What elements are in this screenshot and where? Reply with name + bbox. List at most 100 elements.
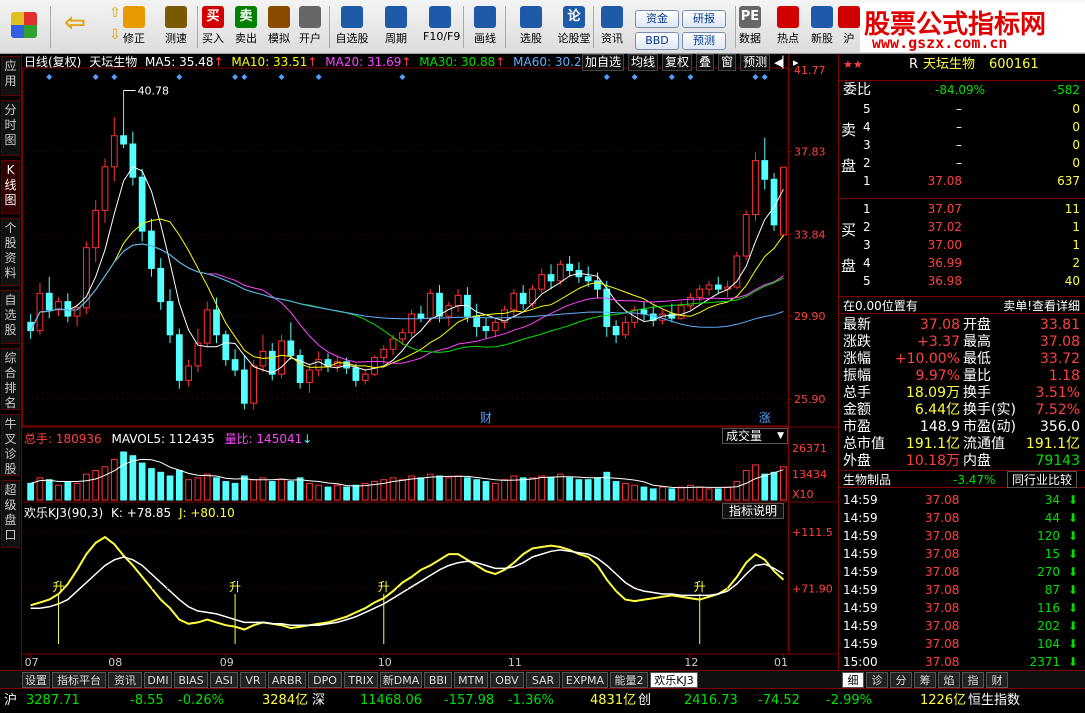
left-tab-6[interactable]: 牛叉诊股 [1,414,20,476]
indicator-tab-14[interactable]: SAR [526,672,560,688]
indicator-tab-10[interactable]: 新DMA [380,672,422,688]
buys-row[interactable]: 2 37.02 1 [839,218,1085,236]
buys-row[interactable]: 5 36.98 40 [839,272,1085,290]
hammer-button[interactable]: 模拟 [262,2,296,52]
indicator-tab-13[interactable]: OBV [490,672,524,688]
quote-tab-5[interactable]: 指 [962,672,984,688]
indicator-axis-label: +71.90 [792,582,833,595]
order-price: 36.98 [927,274,962,288]
candle [761,137,769,190]
indicator-tab-17[interactable]: 欢乐KJ3 [650,672,698,688]
select-button[interactable]: 选股 [514,2,548,52]
volume-bar [436,475,443,501]
star-button[interactable]: 自选股 [335,2,369,52]
period-label[interactable]: 日线(复权) [24,55,81,69]
app-logo[interactable] [4,2,44,52]
cycle-button[interactable]: 周期 [379,2,413,52]
volume-bar [278,479,285,501]
sells-row[interactable]: 5 – 0 [839,100,1085,118]
indicator-tab-4[interactable]: BIAS [174,672,208,688]
indicator-tab-8[interactable]: DPO [308,672,342,688]
buys-row[interactable]: 4 36.99 2 [839,254,1085,272]
indicator-tab-0[interactable]: 设置 [22,672,50,688]
chart-button-1[interactable]: 均线 [628,54,659,71]
position-detail-link[interactable]: 卖单!查看详细 [1003,297,1080,315]
back-button[interactable]: ⇦ [60,2,90,52]
tick-row: 15:00 37.08 2371 ⬇ [839,653,1085,671]
tick-price: 37.08 [925,511,960,525]
indicator-name[interactable]: 欢乐KJ3(90,3) [24,506,103,520]
forum-button[interactable]: 论论股堂 [557,2,591,52]
pill-button-0[interactable]: 资金 [635,10,679,28]
candle [231,349,239,377]
ma5-label: MA5: 35.48 [145,55,214,69]
indicator-dropdown[interactable]: 成交量 ▼ [722,428,788,444]
quote-tab-2[interactable]: 分 [890,672,912,688]
sh-amount: 3284亿 [262,693,309,708]
event-diamond-icon [232,74,239,80]
star-icon[interactable]: ★★ [843,56,863,74]
sells-row[interactable]: 2 – 0 [839,154,1085,172]
pill-button-1[interactable]: BBD [635,32,679,50]
buy-button[interactable]: 买买入 [196,2,230,52]
indicator-help-button[interactable]: 指标说明 [722,503,784,519]
mavol-label: MAVOL5: 112435 [111,432,215,446]
left-tab-1[interactable]: 分时图 [1,100,20,156]
pe-button[interactable]: PE 数据 [733,2,767,52]
indicator-tab-3[interactable]: DMI [144,672,172,688]
pill-button-2[interactable]: 研报 [682,10,726,28]
lock-button[interactable]: 开户 [293,2,327,52]
indicator-tab-7[interactable]: ARBR [268,672,306,688]
indicator-tab-5[interactable]: ASI [210,672,238,688]
pill-button-3[interactable]: 预测 [682,32,726,50]
quote-tab-6[interactable]: 财 [986,672,1008,688]
left-tab-2[interactable]: K线图 [1,160,20,214]
chart-button-0[interactable]: 加自选 [582,54,625,71]
hot-button[interactable]: 热点 [771,2,805,52]
indicator-tab-11[interactable]: BBI [424,672,452,688]
f10-button[interactable]: F10/F9 [423,2,460,52]
indicator-tab-2[interactable]: 资讯 [108,672,142,688]
indicator-tab-15[interactable]: EXPMA [562,672,608,688]
chart-button-5[interactable]: 预测 [740,54,771,71]
industry-compare-button[interactable]: 同行业比较 [1007,471,1078,488]
kline-chart-area[interactable]: 41.77 37.83 33.84 29.90 25.90 40.78 财涨 26371 134… [22,54,838,670]
indicator-tab-16[interactable]: 能量2 [610,672,648,688]
quote-tab-4[interactable]: 焰 [938,672,960,688]
kline-chart-svg[interactable]: 41.7737.8333.8429.9025.9040.78财 涨26371134… [22,54,838,670]
indicator-tab-6[interactable]: VR [240,672,266,688]
left-tab-3[interactable]: 个股资料 [1,218,20,286]
candle [240,355,248,410]
volume-ratio-label: 量比: 145041 [224,432,303,446]
chevron-right-icon[interactable]: ▸ [793,56,799,69]
quote-tab-1[interactable]: 诊 [866,672,888,688]
clock-button[interactable]: 测速 [159,2,193,52]
quote-tab-0[interactable]: 细 [842,672,864,688]
buys-row[interactable]: 1 37.07 11 [839,200,1085,218]
refresh-button[interactable]: 修正 [117,2,151,52]
indicator-tab-1[interactable]: 指标平台 [52,672,106,688]
quote-tab-3[interactable]: 筹 [914,672,936,688]
indicator-tab-9[interactable]: TRIX [344,672,378,688]
speaker-icon[interactable]: ◀▏ [774,56,791,69]
left-tab-4[interactable]: 自选股 [1,290,20,344]
left-tab-0[interactable]: 应用 [1,56,20,96]
sells-row[interactable]: 3 – 0 [839,136,1085,154]
tick-price: 37.08 [925,619,960,633]
news-button[interactable]: 资讯 [595,2,629,52]
left-tab-5[interactable]: 综合排名 [1,348,20,410]
candle-body [213,309,220,336]
sector-name[interactable]: 生物制品 [843,471,891,489]
chart-button-3[interactable]: 叠 [696,54,715,71]
quote-tab-bar: 细诊分筹焰指财 [838,670,1085,688]
chart-button-4[interactable]: 窗 [718,54,737,71]
sells-row[interactable]: 1 37.08 637 [839,172,1085,190]
indicator-tab-12[interactable]: MTM [454,672,488,688]
sells-row[interactable]: 4 – 0 [839,118,1085,136]
chart-button-2[interactable]: 复权 [662,54,693,71]
sell-button[interactable]: 卖卖出 [229,2,263,52]
pen-button[interactable]: 画线 [468,2,502,52]
left-tab-7[interactable]: 超级盘口 [1,480,20,548]
buys-row[interactable]: 3 37.00 1 [839,236,1085,254]
candle [268,343,276,381]
